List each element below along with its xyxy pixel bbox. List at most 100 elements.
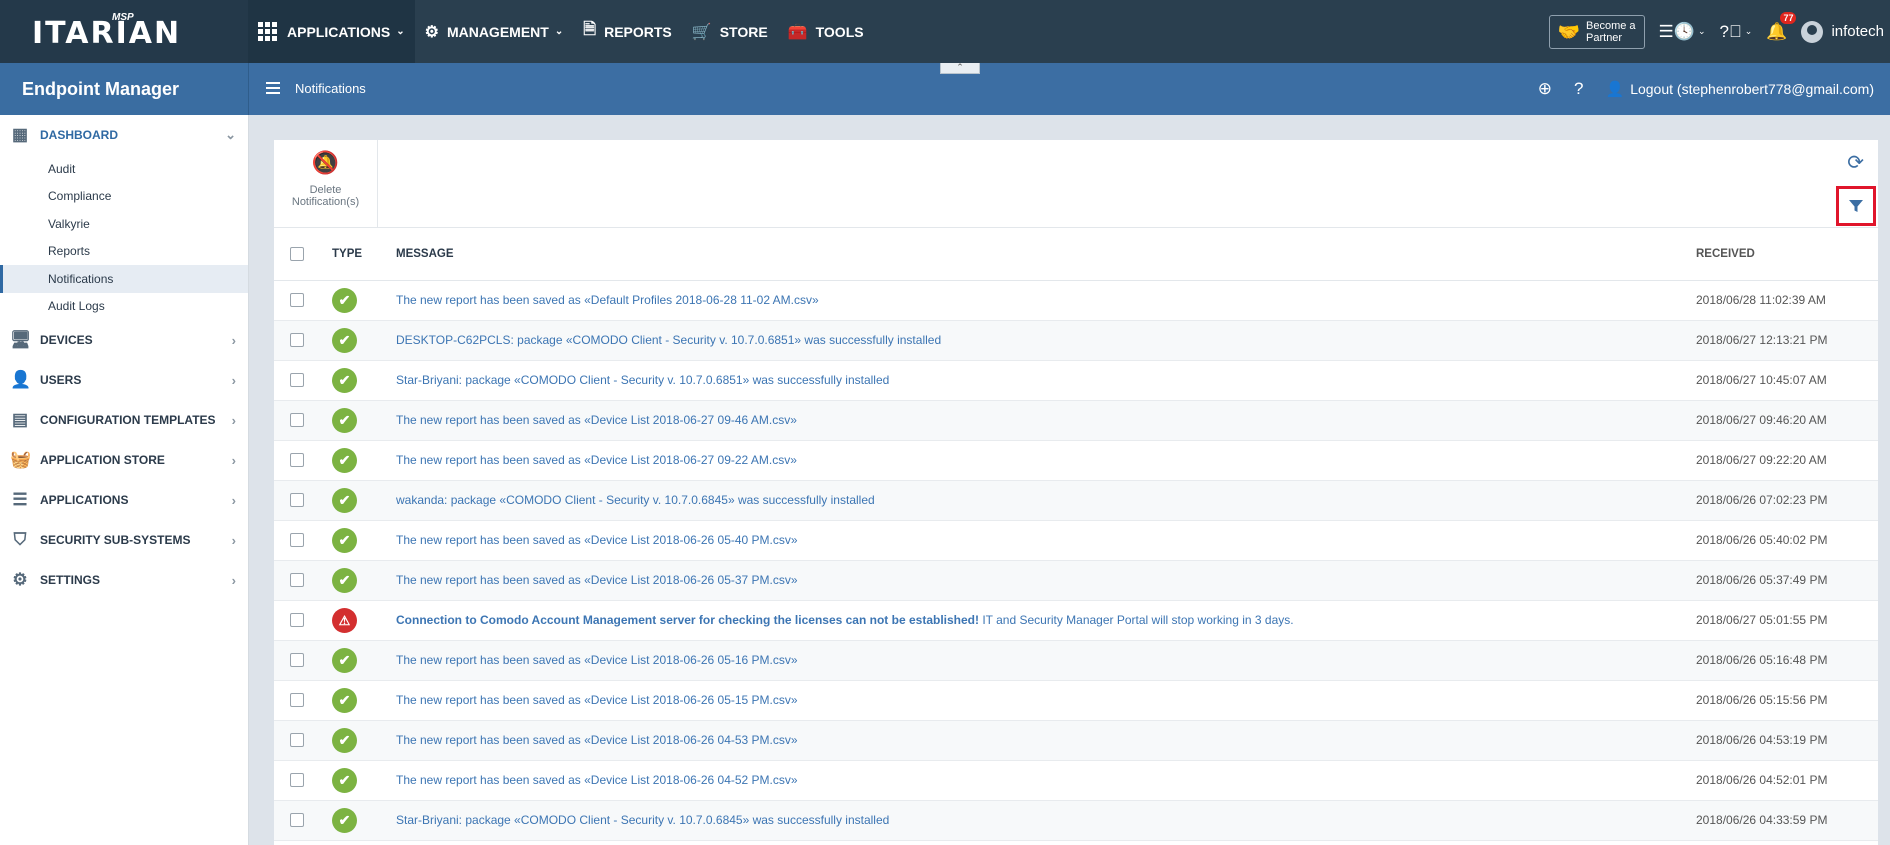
itarian-logo[interactable]: ITARIAN MSP [0,0,248,63]
row-checkbox[interactable] [290,813,304,828]
sidebar-item-label: SETTINGS [40,573,101,587]
delete-notifications-button[interactable]: 🔕 Delete Notification(s) [274,140,378,228]
column-header-received[interactable]: RECEIVED [1696,228,1878,281]
row-checkbox[interactable] [290,773,304,788]
row-message-cell[interactable]: The new report has been saved as «Device… [396,400,1696,441]
sidebar-item-dashboard[interactable]: ▦ DASHBOARD ⌄ [0,115,248,155]
sidebar-item-devices[interactable]: 🖥 DEVICES › [0,320,248,360]
sidebar-subitem-compliance[interactable]: Compliance [0,183,248,211]
row-received-cell: 2018/06/26 04:33:59 PM [1696,800,1878,841]
row-checkbox[interactable] [290,293,304,308]
sidebar-item-settings[interactable]: ⚙ SETTINGS › [0,560,248,600]
row-checkbox[interactable] [290,573,304,588]
shield-icon: ⛉ [13,530,27,549]
row-message-cell[interactable]: The new report has been saved as «Device… [396,680,1696,721]
column-header-type[interactable]: TYPE [332,228,396,281]
logo-text: ITARIAN [32,16,182,51]
filter-button[interactable] [1836,186,1876,226]
table-row[interactable]: ✔ The new report has been saved as «Defau… [274,280,1878,321]
table-header-row: TYPE MESSAGE RECEIVED [274,228,1878,281]
table-row[interactable]: ✔ The new report has been saved as «Devic… [274,520,1878,561]
row-message-cell[interactable]: The new report has been saved as «Device… [396,440,1696,481]
select-all-checkbox[interactable] [290,246,304,261]
devices-icon: 🖥 [10,330,32,349]
row-checkbox[interactable] [290,733,304,748]
refresh-icon[interactable]: ⟳ [1847,150,1864,175]
table-row[interactable]: ✔ The new report has been saved as «Devic… [274,760,1878,801]
sidebar-subitem-valkyrie[interactable]: Valkyrie [0,210,248,238]
sidebar-subitem-audit-logs[interactable]: Audit Logs [0,293,248,321]
row-message-cell[interactable]: The new report has been saved as «Device… [396,760,1696,801]
sidebar-item-users[interactable]: 👤 USERS › [0,360,248,400]
row-message-cell[interactable]: The new report has been saved as «Device… [396,720,1696,761]
table-row[interactable]: ✔ The new report has been saved as «Devic… [274,680,1878,721]
row-message-cell[interactable]: The new report has been saved as «Defaul… [396,280,1696,321]
sidebar-item-application-store[interactable]: 🧺 APPLICATION STORE › [0,440,248,480]
row-checkbox[interactable] [290,693,304,708]
table-row[interactable]: ✔ Star-Briyani: package «COMODO Client - … [274,800,1878,841]
row-message-cell[interactable]: The new report has been saved as «Device… [396,520,1696,561]
hamburger-menu-icon[interactable] [266,82,280,97]
row-message-cell[interactable]: wakanda: package «COMODO Client - Securi… [396,480,1696,521]
sidebar-subitem-audit[interactable]: Audit [0,155,248,183]
notifications-bell[interactable]: 🔔 77 [1766,11,1797,42]
row-message-cell[interactable]: DESKTOP-C62PCLS: package «COMODO Client … [396,320,1696,361]
sidebar-subitem-notifications[interactable]: Notifications [0,265,248,293]
sidebar-item-configuration-templates[interactable]: ▤ CONFIGURATION TEMPLATES › [0,400,248,440]
row-checkbox[interactable] [290,413,304,428]
nav-management[interactable]: ⚙ MANAGEMENT ⌄ [415,0,574,63]
chevron-right-icon: › [231,332,236,348]
row-checkbox[interactable] [290,373,304,388]
row-checkbox[interactable] [290,613,304,628]
row-message-cell[interactable]: The new report has been saved as «Device… [396,560,1696,601]
success-check-icon: ✔ [332,687,357,713]
row-message: The new report has been saved as «Device… [396,533,798,547]
nav-reports-label: REPORTS [604,23,672,40]
help-menu[interactable]: ?⃝ ⌄ [1720,22,1753,42]
row-type-cell: ✔ [332,440,396,481]
row-message-cell[interactable]: Star-Briyani: package «COMODO Client - S… [396,360,1696,401]
partner-label-line1: Become a [1586,19,1636,32]
column-header-message[interactable]: MESSAGE [396,228,1696,281]
sidebar-item-security-sub-systems[interactable]: ⛉ SECURITY SUB-SYSTEMS › [0,520,248,560]
row-message-cell[interactable]: Connection to Comodo Account Management … [396,600,1696,641]
row-checkbox[interactable] [290,493,304,508]
row-message-cell[interactable]: The new report has been saved as «Device… [396,640,1696,681]
table-row[interactable]: ✔ The new report has been saved as «Devic… [274,400,1878,441]
logout-link[interactable]: Logout (stephenrobert778@gmail.com) [1630,81,1874,97]
nav-tools[interactable]: 🧰 TOOLS [778,0,874,63]
collapse-header-tab[interactable]: ⌃ [940,63,980,74]
add-device-icon[interactable]: ⊕ [1538,79,1552,99]
nav-applications[interactable]: APPLICATIONS ⌄ [248,0,415,63]
user-menu[interactable]: infotech [1801,20,1884,43]
table-row[interactable]: ✔ wakanda: package «COMODO Client - Secur… [274,480,1878,521]
table-row[interactable]: ✔ The new report has been saved as «Devic… [274,440,1878,481]
nav-store[interactable]: 🛒 STORE [682,0,778,63]
table-row[interactable]: ✔ The new report has been saved as «Devic… [274,720,1878,761]
sidebar-item-label: DASHBOARD [40,128,118,142]
sidebar-item-applications[interactable]: ☰ APPLICATIONS › [0,480,248,520]
table-row[interactable]: ✔ The new report has been saved as «Devic… [274,560,1878,601]
row-checkbox[interactable] [290,533,304,548]
row-message-cell[interactable]: Star-Briyani: package «COMODO Client - S… [396,800,1696,841]
nav-reports[interactable]: 🗎 REPORTS [573,0,682,63]
row-message: The new report has been saved as «Device… [396,413,797,427]
table-row[interactable]: ✔ Star-Briyani: package «COMODO Client - … [274,360,1878,401]
row-checkbox[interactable] [290,453,304,468]
table-row[interactable]: ⚠ Connection to Comodo Account Management… [274,600,1878,641]
row-checkbox[interactable] [290,333,304,348]
row-checkbox[interactable] [290,653,304,668]
chevron-down-icon: ⌄ [554,26,564,37]
help-circle-icon[interactable]: ? [1574,79,1583,99]
table-row[interactable]: ✔ The new report has been saved as «Devic… [274,640,1878,681]
avatar [1801,20,1824,43]
sidebar-subitem-reports[interactable]: Reports [0,238,248,266]
become-partner-button[interactable]: 🤝 Become a Partner [1548,14,1645,49]
table-row[interactable]: ✔ DESKTOP-C62PCLS: package «COMODO Client… [274,320,1878,361]
row-message: The new report has been saved as «Defaul… [396,293,819,307]
history-menu[interactable]: ☰🕓 ⌄ [1659,22,1706,42]
header-actions: ⊕ ? 👤 Logout (stephenrobert778@gmail.com… [1538,63,1874,115]
cart-icon: 🛒 [691,23,712,41]
product-title: Endpoint Manager [0,63,249,115]
bell-delete-icon: 🔕 [311,150,340,175]
